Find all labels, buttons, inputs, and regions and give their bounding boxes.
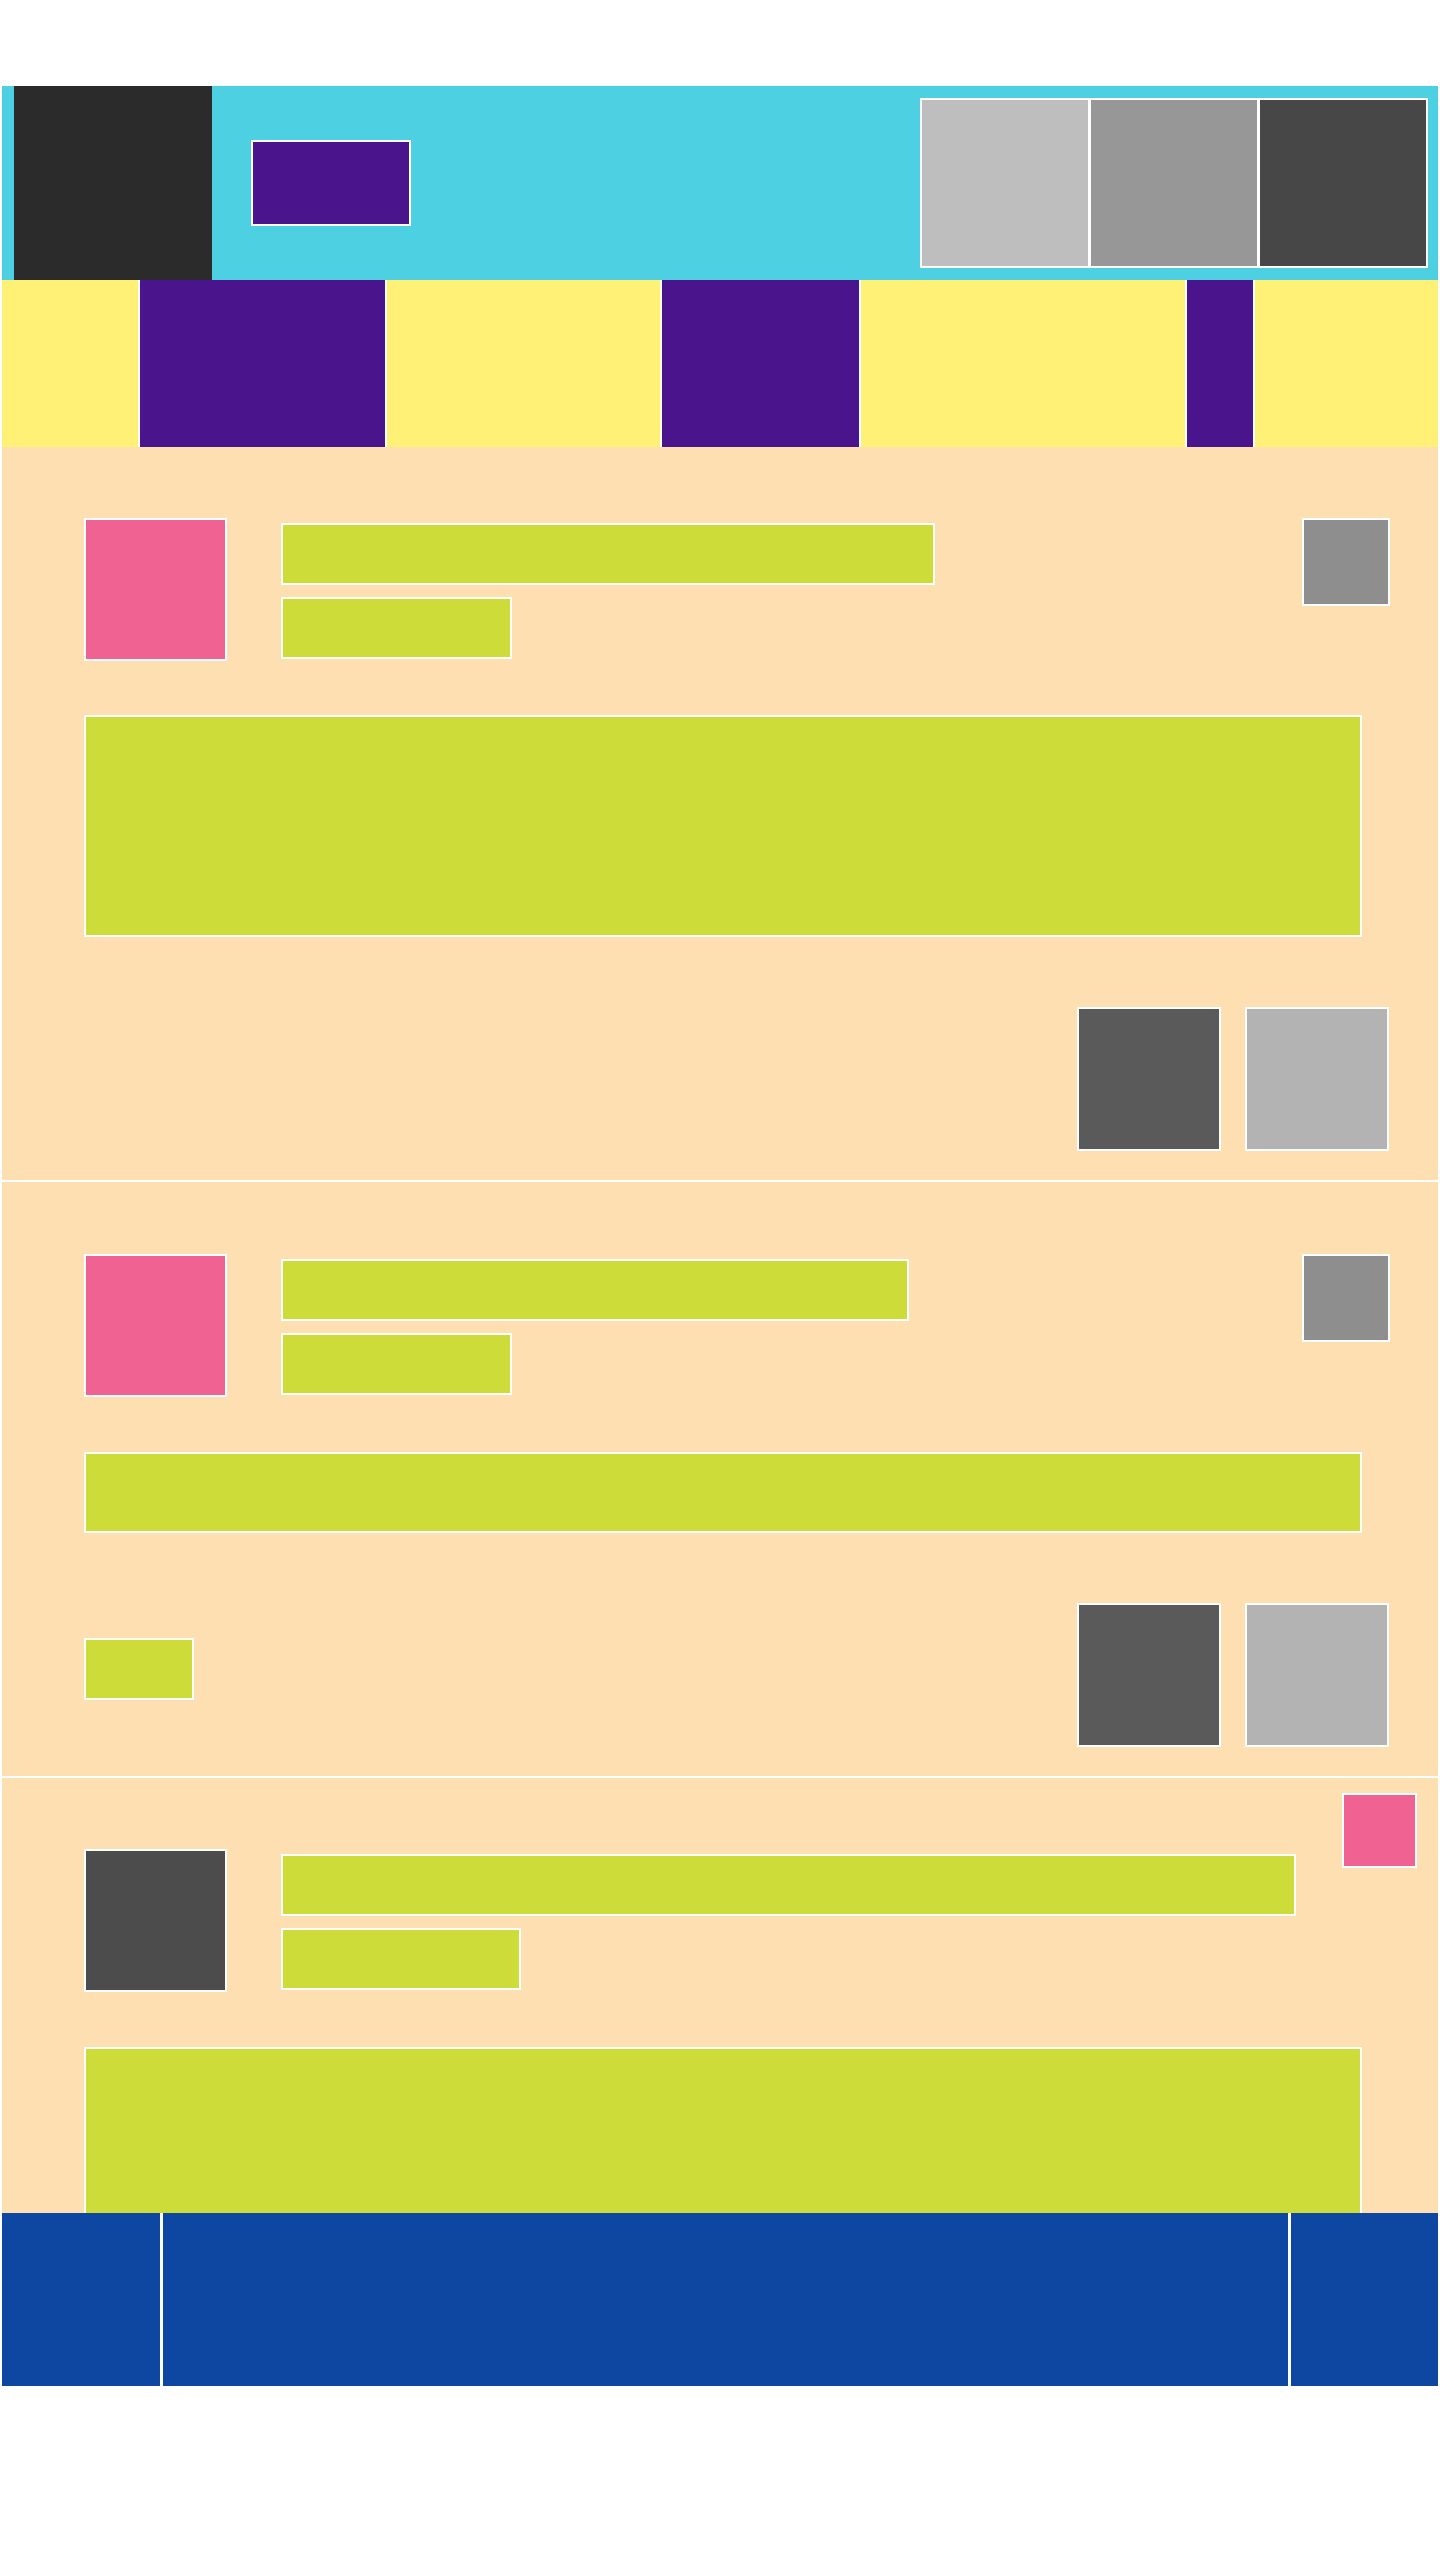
- post-subtitle: [281, 1928, 521, 1990]
- post-subtitle: [281, 597, 512, 659]
- more-icon[interactable]: [1302, 518, 1390, 606]
- share-icon[interactable]: [1245, 1007, 1389, 1151]
- post-body: [84, 1452, 1362, 1533]
- avatar[interactable]: [84, 518, 227, 661]
- menu-icon[interactable]: [14, 86, 212, 280]
- post-meta: [84, 1638, 194, 1700]
- reply-icon[interactable]: [1077, 1603, 1221, 1747]
- bottom-bar-center[interactable]: [163, 2213, 1288, 2386]
- avatar[interactable]: [84, 1254, 227, 1397]
- tab-2[interactable]: [660, 280, 861, 447]
- nav-left-icon[interactable]: [2, 2213, 160, 2386]
- badge-icon: [1342, 1793, 1417, 1868]
- post-author: [281, 1259, 909, 1321]
- post-subtitle: [281, 1333, 512, 1395]
- post-body: [84, 715, 1362, 937]
- nav-right-icon[interactable]: [1291, 2213, 1438, 2386]
- post-author: [281, 523, 935, 585]
- action-icon-3[interactable]: [1258, 98, 1428, 268]
- app-title: [251, 140, 411, 226]
- post-body: [84, 2047, 1362, 2213]
- post-author: [281, 1854, 1296, 1916]
- tab-3[interactable]: [1185, 280, 1255, 447]
- action-icon-1[interactable]: [920, 98, 1090, 268]
- avatar[interactable]: [84, 1849, 227, 1992]
- action-icon-2[interactable]: [1089, 98, 1259, 268]
- card-divider: [2, 1776, 1438, 1778]
- share-icon[interactable]: [1245, 1603, 1389, 1747]
- feed-list: [2, 447, 1438, 2213]
- card-divider: [2, 1180, 1438, 1182]
- reply-icon[interactable]: [1077, 1007, 1221, 1151]
- more-icon[interactable]: [1302, 1254, 1390, 1342]
- tab-1[interactable]: [138, 280, 387, 447]
